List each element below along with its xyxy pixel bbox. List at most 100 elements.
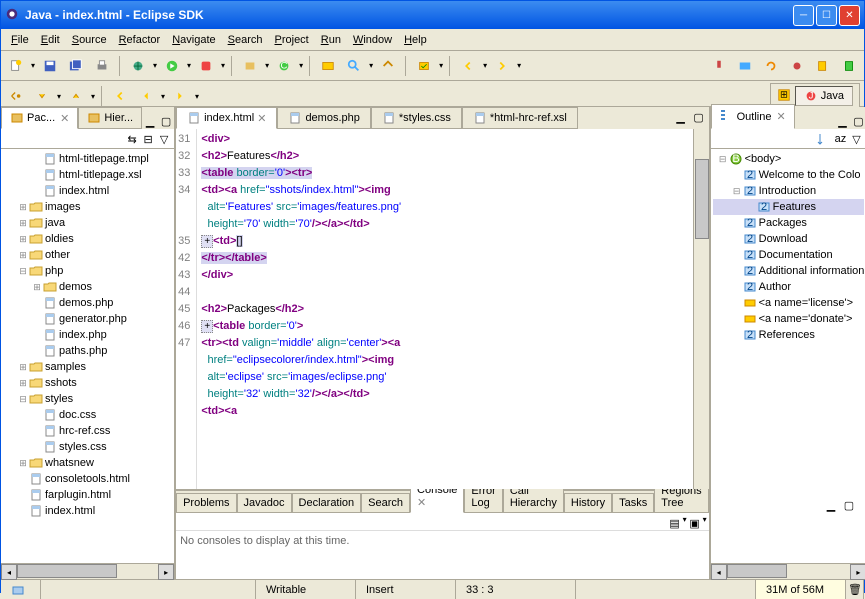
print-button[interactable] xyxy=(91,55,113,77)
menu-help[interactable]: Help xyxy=(398,32,433,48)
tree-node[interactable]: ⊞demos xyxy=(3,279,172,295)
tree-node[interactable]: paths.php xyxy=(3,343,172,359)
paste-button[interactable] xyxy=(838,55,860,77)
next-annotation-button[interactable] xyxy=(31,85,53,107)
tree-node[interactable]: consoletools.html xyxy=(3,471,172,487)
scroll-left-button[interactable]: ◂ xyxy=(1,564,17,580)
menu-run[interactable]: Run xyxy=(315,32,347,48)
menu-source[interactable]: Source xyxy=(66,32,113,48)
view-minimize-icon[interactable]: ▁ xyxy=(142,113,158,129)
twisty-icon[interactable]: ⊟ xyxy=(731,186,743,197)
editor-maximize-icon[interactable]: ▢ xyxy=(691,109,707,125)
menu-refactor[interactable]: Refactor xyxy=(113,32,167,48)
outline-node[interactable]: 2Documentation xyxy=(713,247,865,263)
tree-hscrollbar[interactable]: ◂ ▸ xyxy=(1,563,174,579)
twisty-icon[interactable]: ⊞ xyxy=(17,218,29,229)
tree-node[interactable]: html-titlepage.tmpl xyxy=(3,151,172,167)
refresh-button[interactable] xyxy=(760,55,782,77)
outline-node[interactable]: <a name='donate'> xyxy=(713,311,865,327)
scroll-right-button[interactable]: ▸ xyxy=(158,564,174,580)
sort-icon[interactable] xyxy=(816,131,832,147)
new-class-button[interactable]: C xyxy=(273,55,295,77)
twisty-icon[interactable]: ⊞ xyxy=(31,282,43,293)
outline-node[interactable]: ⊟2Introduction xyxy=(713,183,865,199)
tree-node[interactable]: index.html xyxy=(3,183,172,199)
link-editor-icon[interactable]: ⊟ xyxy=(140,131,156,147)
outline-node[interactable]: 2References xyxy=(713,327,865,343)
view-tab[interactable]: Pac...✕ xyxy=(1,107,78,129)
outline-node[interactable]: 2Author xyxy=(713,279,865,295)
editor-tab[interactable]: index.html✕ xyxy=(176,107,277,129)
annotate-button[interactable] xyxy=(377,55,399,77)
tree-node[interactable]: doc.css xyxy=(3,407,172,423)
editor-tab[interactable]: *html-hrc-ref.xsl xyxy=(462,107,578,129)
tree-node[interactable]: styles.css xyxy=(3,439,172,455)
tree-node[interactable]: index.php xyxy=(3,327,172,343)
perspective-java[interactable]: J Java xyxy=(795,86,853,106)
outline-node[interactable]: 2Packages xyxy=(713,215,865,231)
tree-node[interactable]: ⊟styles xyxy=(3,391,172,407)
tree-node[interactable]: ⊞java xyxy=(3,215,172,231)
outline-node[interactable]: ⊟B<body> xyxy=(713,151,865,167)
twisty-icon[interactable]: ⊟ xyxy=(17,266,29,277)
tree-node[interactable]: farplugin.html xyxy=(3,487,172,503)
twisty-icon[interactable]: ⊞ xyxy=(17,202,29,213)
bottom-tab[interactable]: Problems xyxy=(176,493,236,513)
save-all-button[interactable] xyxy=(65,55,87,77)
ant-button[interactable] xyxy=(786,55,808,77)
package-explorer-tree[interactable]: html-titlepage.tmplhtml-titlepage.xslind… xyxy=(1,149,174,563)
filter-icon[interactable]: az xyxy=(832,131,848,147)
pin-console-icon[interactable]: ▣ xyxy=(687,515,703,531)
console-maximize-icon[interactable]: ▢ xyxy=(841,497,857,513)
tree-node[interactable]: index.html xyxy=(3,503,172,519)
pin-button[interactable] xyxy=(708,55,730,77)
outline-close-icon[interactable]: ✕ xyxy=(776,110,785,123)
outline-node[interactable]: 2Download xyxy=(713,231,865,247)
editor-minimize-icon[interactable]: ▁ xyxy=(673,109,689,125)
menu-search[interactable]: Search xyxy=(222,32,269,48)
editor-tab[interactable]: *styles.css xyxy=(371,107,462,129)
minimize-button[interactable]: ─ xyxy=(793,5,814,26)
close-tab-icon[interactable]: ✕ xyxy=(257,112,266,125)
run-ext-button[interactable] xyxy=(195,55,217,77)
editor-vscrollbar[interactable] xyxy=(693,129,709,489)
twisty-icon[interactable]: ⊞ xyxy=(17,378,29,389)
menu-project[interactable]: Project xyxy=(269,32,315,48)
open-task-button[interactable] xyxy=(413,55,435,77)
bottom-tab[interactable]: Javadoc xyxy=(237,493,292,513)
outline-node[interactable]: 2Features xyxy=(713,199,865,215)
scroll-right-button[interactable]: ▸ xyxy=(850,564,865,580)
view-maximize-icon[interactable]: ▢ xyxy=(158,113,174,129)
twisty-icon[interactable]: ⊞ xyxy=(17,250,29,261)
last-edit-button[interactable] xyxy=(109,85,131,107)
outline-node[interactable]: 2Welcome to the Colo xyxy=(713,167,865,183)
tree-node[interactable]: ⊞sshots xyxy=(3,375,172,391)
menu-edit[interactable]: Edit xyxy=(35,32,66,48)
new-package-button[interactable] xyxy=(239,55,261,77)
editor-tab[interactable]: demos.php xyxy=(277,107,370,129)
bottom-tab[interactable]: Tasks xyxy=(612,493,654,513)
menu-file[interactable]: File xyxy=(5,32,35,48)
outline-node[interactable]: 2Additional information xyxy=(713,263,865,279)
tree-node[interactable]: ⊞images xyxy=(3,199,172,215)
twisty-icon[interactable]: ⊟ xyxy=(17,394,29,405)
prev-annotation-button[interactable] xyxy=(65,85,87,107)
view-menu-icon[interactable]: ▽ xyxy=(156,131,172,147)
scroll-left-button[interactable]: ◂ xyxy=(711,564,727,580)
show-source-button[interactable] xyxy=(5,85,27,107)
nav-back-button[interactable] xyxy=(457,55,479,77)
tree-node[interactable]: generator.php xyxy=(3,311,172,327)
tree-node[interactable]: ⊟php xyxy=(3,263,172,279)
outline-tab[interactable]: Outline ✕ xyxy=(711,104,795,129)
open-perspective-icon[interactable]: ⊞ xyxy=(777,88,791,105)
cvs-button[interactable] xyxy=(734,55,756,77)
save-button[interactable] xyxy=(39,55,61,77)
bottom-tab[interactable]: Search xyxy=(361,493,410,513)
outline-menu-icon[interactable]: ▽ xyxy=(848,131,864,147)
view-tab[interactable]: Hier... xyxy=(78,107,142,129)
gc-button[interactable]: 🗑 xyxy=(846,580,864,599)
maximize-button[interactable]: ☐ xyxy=(816,5,837,26)
copy-button[interactable] xyxy=(812,55,834,77)
debug-button[interactable] xyxy=(127,55,149,77)
tree-node[interactable]: html-titlepage.xsl xyxy=(3,167,172,183)
